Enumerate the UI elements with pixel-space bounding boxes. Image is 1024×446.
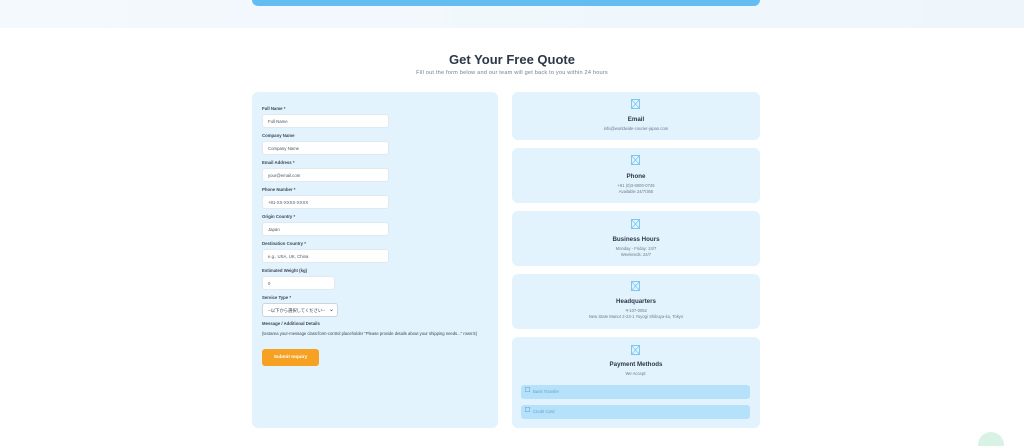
origin-country-input[interactable]: Japan (262, 222, 389, 236)
message-shortcode-text: {textarea your-message class:form-contro… (262, 331, 478, 336)
phone-input[interactable]: +81-XX-XXXX-XXXX (262, 195, 389, 209)
payment-methods-card: Payment Methods We Accept: Bank Transfer… (512, 337, 760, 428)
service-type-select[interactable]: --以下から選択してください-- ⌄ (262, 303, 338, 317)
email-card: Email info@worldwide-courier-japan.com (512, 92, 760, 140)
image-placeholder-icon (631, 155, 640, 165)
business-hours-weekends: Weekends: 24/7 (620, 252, 652, 257)
image-placeholder-icon (631, 99, 640, 109)
image-placeholder-icon (525, 407, 530, 412)
credit-card-label: Credit Card (533, 409, 555, 414)
payment-methods-title: Payment Methods (609, 361, 663, 368)
image-placeholder-icon (525, 387, 530, 392)
image-placeholder-icon (631, 281, 640, 291)
payment-methods-accept: We Accept: (625, 371, 647, 376)
chevron-down-icon: ⌄ (328, 307, 334, 313)
email-card-address: info@worldwide-courier-japan.com (603, 126, 669, 131)
full-name-label: Full Name * (262, 106, 286, 111)
destination-country-label: Destination Country * (262, 241, 306, 246)
company-name-label: Company Name (262, 133, 295, 138)
submit-inquiry-button[interactable]: Submit Inquiry (262, 349, 319, 366)
quote-form: Full Name * Full Name Company Name Compa… (252, 92, 498, 428)
email-label: Email Address * (262, 160, 295, 165)
destination-country-input[interactable]: e.g., USA, UK, China (262, 249, 389, 263)
origin-country-label: Origin Country * (262, 214, 296, 219)
headquarters-title: Headquarters (616, 298, 656, 305)
previous-section-bar (252, 0, 760, 6)
image-placeholder-icon (631, 219, 640, 229)
message-label: Message / Additional Details (262, 321, 320, 326)
email-card-title: Email (627, 116, 645, 123)
headquarters-card: Headquarters 〒107-0052 New State Manor 2… (512, 274, 760, 329)
service-type-label: Service Type * (262, 295, 292, 300)
business-hours-card: Business Hours Monday - Friday: 24/7 Wee… (512, 211, 760, 266)
bank-transfer-label: Bank Transfer (533, 389, 560, 394)
business-hours-weekdays: Monday - Friday: 24/7 (615, 246, 657, 251)
headquarters-address: New State Manor 2-23-1 Yoyogi Shibuya-ku… (588, 314, 684, 319)
phone-card: Phone +81 (0)3-6000-0745 Available 24/7/… (512, 148, 760, 203)
payment-method-credit-card: Credit Card (521, 405, 750, 419)
company-name-input[interactable]: Company Name (262, 141, 389, 155)
phone-card-availability: Available 24/7/365 (618, 189, 654, 194)
full-name-input[interactable]: Full Name (262, 114, 389, 128)
weight-input[interactable]: 0 (262, 276, 335, 290)
service-type-value: --以下から選択してください-- (268, 308, 326, 313)
business-hours-title: Business Hours (612, 236, 660, 243)
page-title: Get Your Free Quote (449, 52, 575, 67)
weight-label: Estimated Weight (kg) (262, 268, 308, 273)
chat-widget-edge[interactable] (978, 432, 1004, 446)
phone-label: Phone Number * (262, 187, 296, 192)
email-input[interactable]: your@email.com (262, 168, 389, 182)
payment-method-bank-transfer: Bank Transfer (521, 385, 750, 399)
phone-card-number: +81 (0)3-6000-0745 (617, 183, 655, 188)
page-subtitle: Fill out the form below and our team wil… (416, 70, 608, 76)
phone-card-title: Phone (626, 173, 646, 180)
image-placeholder-icon (631, 345, 640, 355)
